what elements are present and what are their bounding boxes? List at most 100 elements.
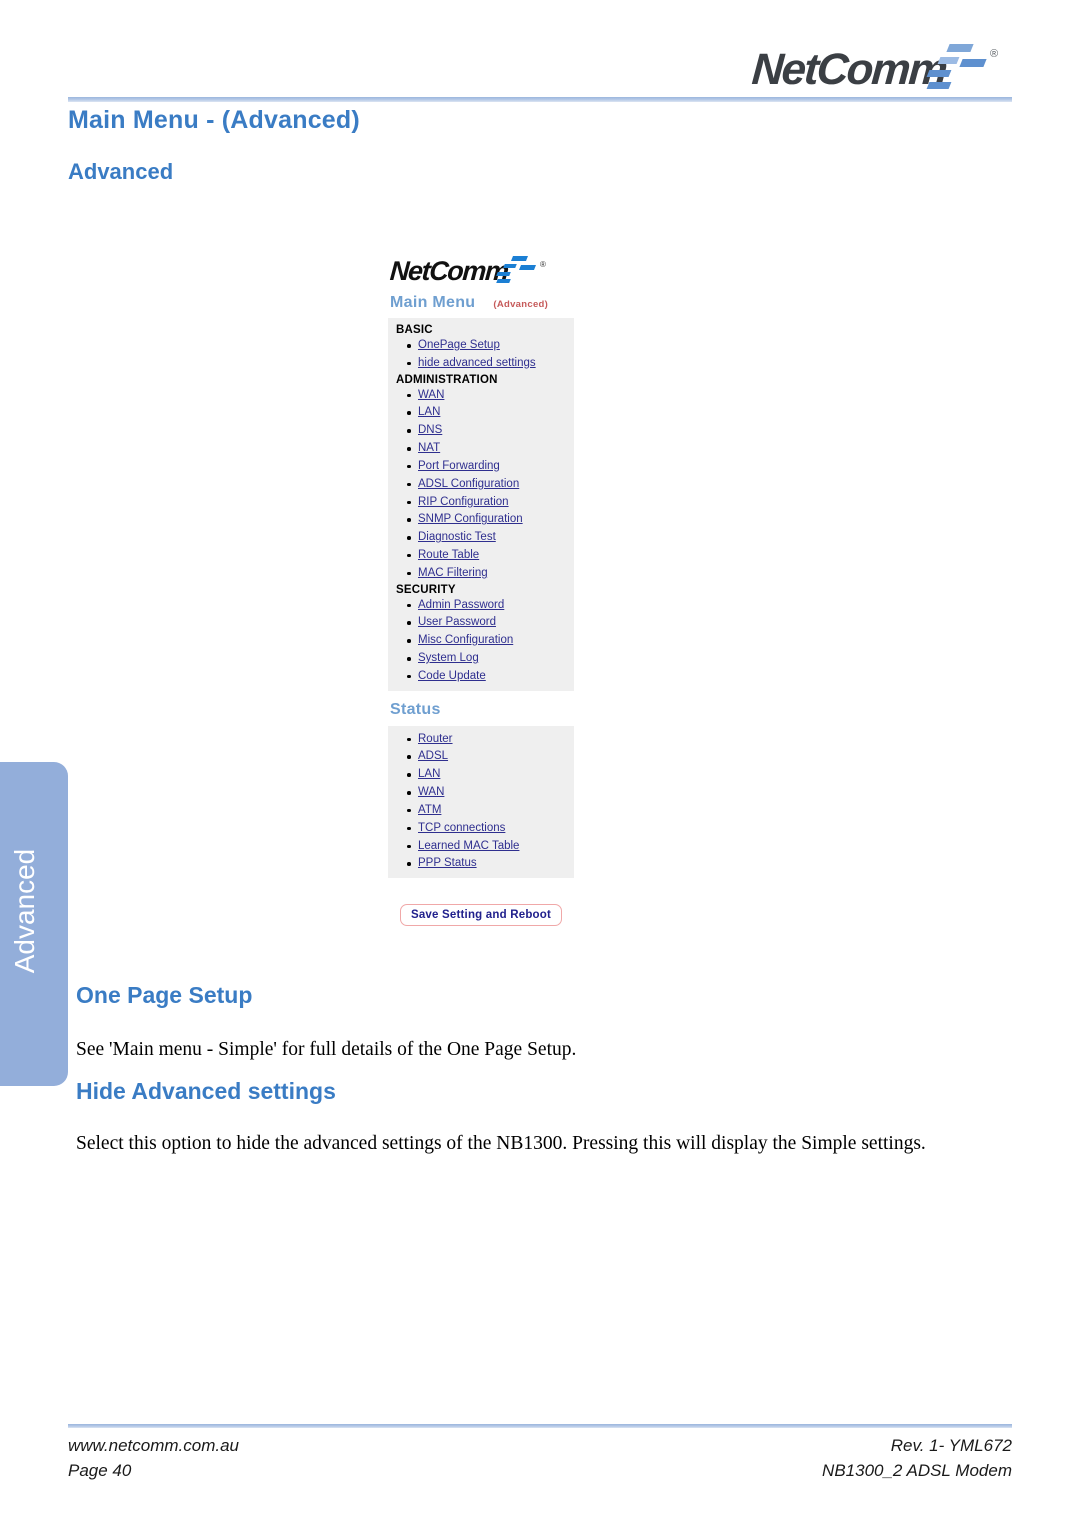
router-logo-dash-icon	[510, 256, 529, 261]
footer-product-name: NB1300_2 ADSL Modem	[822, 1460, 1012, 1480]
list-item[interactable]: ADSL	[406, 748, 570, 766]
list-item[interactable]: Route Table	[406, 547, 570, 565]
router-link-route-table[interactable]: Route Table	[418, 549, 479, 561]
logo-dash-icon	[937, 57, 960, 64]
router-link-onepage-setup[interactable]: OnePage Setup	[418, 339, 500, 351]
list-item[interactable]: Port Forwarding	[406, 458, 570, 476]
list-item[interactable]: WAN	[406, 784, 570, 802]
list-item[interactable]: Router	[406, 731, 570, 749]
logo-dash-icon	[959, 59, 987, 67]
footer-revision: Rev. 1- YML672	[890, 1436, 1012, 1455]
router-link-nat[interactable]: NAT	[418, 442, 440, 454]
router-link-rip-configuration[interactable]: RIP Configuration	[418, 496, 509, 508]
router-group-heading-basic: BASIC	[396, 324, 433, 336]
router-link-hide-advanced-settings[interactable]: hide advanced settings	[418, 357, 536, 369]
page-footer: www.netcomm.com.au Rev. 1- YML672 Page 4…	[68, 1434, 1012, 1483]
list-item[interactable]: User Password	[406, 614, 570, 632]
router-status-link-router[interactable]: Router	[418, 733, 453, 745]
router-logo-wordmark: NetComm	[388, 256, 509, 286]
router-status-link-lan[interactable]: LAN	[418, 768, 440, 780]
router-logo-dash-icon	[496, 279, 511, 283]
section-paragraph-one-page-setup: See 'Main menu - Simple' for full detail…	[76, 1039, 577, 1060]
logo-dash-icon	[946, 44, 974, 52]
list-item[interactable]: ADSL Configuration	[406, 476, 570, 494]
list-item[interactable]: RIP Configuration	[406, 494, 570, 512]
router-status-panel: Router ADSL LAN WAN ATM TCP connections …	[388, 725, 574, 879]
router-link-system-log[interactable]: System Log	[418, 652, 479, 664]
section-heading-one-page-setup: One Page Setup	[76, 982, 253, 1008]
list-item[interactable]: LAN	[406, 766, 570, 784]
router-registered-mark-icon: ®	[540, 260, 546, 269]
footer-divider	[68, 1424, 1012, 1428]
router-status-list: Router ADSL LAN WAN ATM TCP connections …	[396, 731, 570, 874]
router-button-row: Save Setting and Reboot	[388, 904, 574, 927]
footer-row-top: www.netcomm.com.au Rev. 1- YML672	[68, 1434, 1012, 1459]
router-mode-tag: (Advanced)	[493, 299, 549, 310]
router-link-code-update[interactable]: Code Update	[418, 670, 486, 682]
router-link-mac-filtering[interactable]: MAC Filtering	[418, 567, 488, 579]
list-item[interactable]: TCP connections	[406, 820, 570, 838]
list-item[interactable]: PPP Status	[406, 855, 570, 873]
router-link-wan[interactable]: WAN	[418, 389, 444, 401]
router-link-user-password[interactable]: User Password	[418, 616, 496, 628]
footer-page-number: Page 40	[68, 1460, 132, 1480]
list-item[interactable]: Code Update	[406, 668, 570, 686]
router-title-row: Main Menu (Advanced)	[390, 294, 574, 312]
router-logo-dash-icon	[496, 272, 511, 276]
section-paragraph-hide-advanced-settings: Select this option to hide the advanced …	[76, 1133, 926, 1154]
list-item[interactable]: DNS	[406, 422, 570, 440]
router-ui-screenshot: NetComm ® Main Menu (Advanced) BASIC One…	[388, 252, 574, 927]
router-link-adsl-configuration[interactable]: ADSL Configuration	[418, 478, 519, 490]
router-status-link-ppp-status[interactable]: PPP Status	[418, 857, 477, 869]
list-item[interactable]: ATM	[406, 802, 570, 820]
router-link-admin-password[interactable]: Admin Password	[418, 599, 504, 611]
netcomm-logo-wordmark: NetComm	[750, 45, 948, 94]
router-main-menu-title: Main Menu	[390, 294, 476, 311]
page-title: Main Menu - (Advanced)	[68, 106, 360, 134]
list-item[interactable]: Diagnostic Test	[406, 529, 570, 547]
list-item[interactable]: NAT	[406, 440, 570, 458]
router-logo-dash-icon	[503, 264, 517, 268]
router-status-link-tcp-connections[interactable]: TCP connections	[418, 822, 505, 834]
side-tab-advanced: Advanced	[0, 762, 68, 1086]
router-group-heading-administration: ADMINISTRATION	[396, 373, 498, 386]
list-item[interactable]: Learned MAC Table	[406, 838, 570, 856]
netcomm-header-logo: NetComm ®	[750, 34, 1002, 96]
router-link-dns[interactable]: DNS	[418, 424, 442, 436]
header-divider	[68, 97, 1012, 102]
router-menu-list-security: Admin Password User Password Misc Config…	[396, 597, 570, 686]
router-menu-panel: BASIC OnePage Setup hide advanced settin…	[388, 318, 574, 691]
footer-row-bottom: Page 40 NB1300_2 ADSL Modem	[68, 1459, 1012, 1484]
list-item[interactable]: Misc Configuration	[406, 632, 570, 650]
save-setting-and-reboot-button[interactable]: Save Setting and Reboot	[399, 904, 563, 927]
list-item[interactable]: hide advanced settings	[406, 355, 570, 373]
router-link-port-forwarding[interactable]: Port Forwarding	[418, 460, 500, 472]
section-heading-hide-advanced-settings: Hide Advanced settings	[76, 1078, 336, 1104]
router-link-snmp-configuration[interactable]: SNMP Configuration	[418, 513, 523, 525]
list-item[interactable]: LAN	[406, 404, 570, 422]
router-group-heading-security: SECURITY	[396, 583, 456, 596]
logo-dash-icon	[926, 82, 952, 89]
list-item[interactable]: Admin Password	[406, 597, 570, 615]
router-netcomm-logo: NetComm ®	[388, 252, 574, 292]
footer-website: www.netcomm.com.au	[68, 1436, 239, 1455]
side-tab-label: Advanced	[9, 848, 40, 974]
router-status-link-wan[interactable]: WAN	[418, 786, 444, 798]
document-page: NetComm ® Main Menu - (Advanced) Advance…	[0, 0, 1080, 1529]
list-item[interactable]: OnePage Setup	[406, 337, 570, 355]
router-link-misc-configuration[interactable]: Misc Configuration	[418, 634, 513, 646]
router-link-diagnostic-test[interactable]: Diagnostic Test	[418, 531, 496, 543]
page-subtitle: Advanced	[68, 159, 174, 184]
list-item[interactable]: SNMP Configuration	[406, 511, 570, 529]
router-status-heading: Status	[390, 700, 441, 718]
router-status-link-adsl[interactable]: ADSL	[418, 750, 448, 762]
list-item[interactable]: MAC Filtering	[406, 565, 570, 583]
list-item[interactable]: System Log	[406, 650, 570, 668]
router-logo-dash-icon	[518, 265, 537, 270]
router-link-lan[interactable]: LAN	[418, 406, 440, 418]
router-menu-list-basic: OnePage Setup hide advanced settings	[396, 337, 570, 373]
router-status-link-learned-mac-table[interactable]: Learned MAC Table	[418, 840, 519, 852]
logo-dash-icon	[926, 70, 952, 77]
list-item[interactable]: WAN	[406, 387, 570, 405]
router-status-link-atm[interactable]: ATM	[418, 804, 441, 816]
